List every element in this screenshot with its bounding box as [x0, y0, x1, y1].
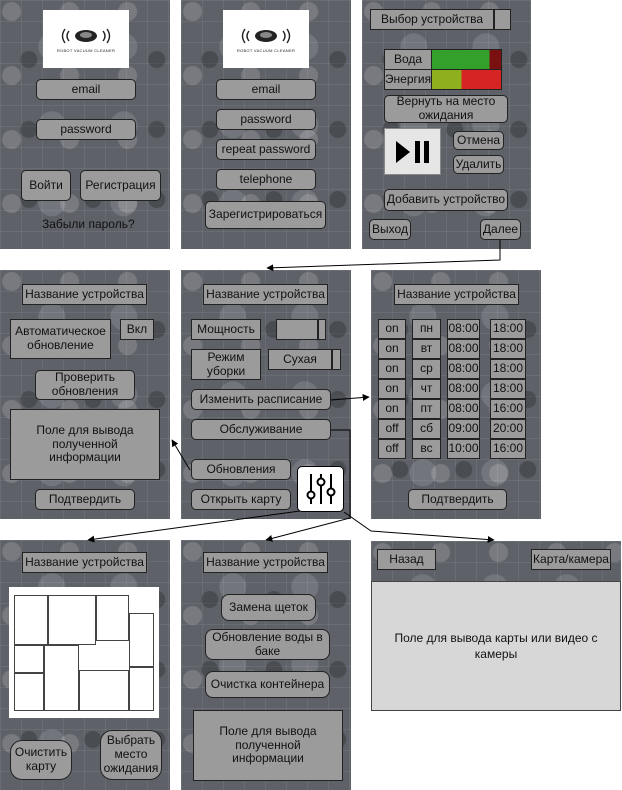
select-waiting-spot-button[interactable]: Выбрать место ожидания — [100, 730, 162, 780]
map-camera-toggle[interactable]: Карта/камера — [531, 549, 611, 570]
register-button[interactable]: Регистрация — [80, 170, 161, 201]
schedule-cell[interactable]: on — [378, 379, 406, 399]
logo-caption: ROBOT VACUUM CLEANER — [236, 47, 296, 53]
auto-update-toggle[interactable]: Вкл — [120, 319, 154, 340]
schedule-cell[interactable]: off — [378, 419, 406, 439]
map-video-output: Поле для вывода карты или видео с камеры — [371, 581, 621, 711]
add-device-button[interactable]: Добавить устройство — [384, 189, 508, 211]
delete-button[interactable]: Удалить — [453, 155, 504, 174]
confirm-button[interactable]: Подтвердить — [35, 489, 135, 510]
schedule-cell[interactable]: on — [378, 359, 406, 379]
check-updates-button[interactable]: Проверить обновления — [35, 370, 135, 400]
refill-water-button[interactable]: Обновление воды в баке — [205, 629, 330, 660]
clear-map-button[interactable]: Очистить карту — [10, 740, 72, 780]
robot-logo: ROBOT VACUUM CLEANER — [43, 10, 129, 68]
robot-logo: ROBOT VACUUM CLEANER — [223, 10, 309, 68]
dropdown-handle[interactable] — [494, 9, 511, 30]
schedule-cell[interactable]: 18:00 — [490, 379, 526, 399]
logo-caption: ROBOT VACUUM CLEANER — [56, 47, 116, 53]
cleaning-mode-dropdown[interactable]: Сухая — [268, 349, 332, 370]
schedule-cell[interactable]: off — [378, 439, 406, 459]
change-schedule-button[interactable]: Изменить расписание — [191, 389, 331, 410]
schedule-cell[interactable]: 08:00 — [447, 319, 480, 339]
email-field[interactable]: email — [36, 79, 136, 100]
play-pause-icon — [395, 140, 429, 163]
password-field[interactable]: password — [216, 109, 316, 130]
schedule-cell[interactable]: 10:00 — [447, 439, 480, 459]
schedule-cell[interactable]: пт — [412, 399, 441, 419]
schedule-cell[interactable]: вс — [412, 439, 441, 459]
dropdown-handle[interactable] — [318, 319, 326, 340]
device-title: Название устройства — [203, 284, 328, 305]
schedule-cell[interactable]: on — [378, 399, 406, 419]
updates-button[interactable]: Обновления — [191, 459, 291, 480]
info-output-field: Поле для вывода полученной информации — [193, 710, 343, 781]
schedule-cell[interactable]: 08:00 — [447, 339, 480, 359]
main-screen — [362, 0, 531, 249]
water-level-bar — [431, 49, 502, 70]
schedule-cell[interactable]: 18:00 — [490, 359, 526, 379]
robot-vacuum-icon — [61, 28, 111, 43]
repeat-password-field[interactable]: repeat password — [216, 139, 316, 160]
schedule-cell[interactable]: 08:00 — [447, 399, 480, 419]
schedule-cell[interactable]: on — [378, 319, 406, 339]
schedule-cell[interactable]: 20:00 — [490, 419, 526, 439]
dropdown-handle[interactable] — [332, 349, 341, 370]
schedule-cell[interactable]: сб — [412, 419, 441, 439]
schedule-cell[interactable]: чт — [412, 379, 441, 399]
schedule-cell[interactable]: 09:00 — [447, 419, 480, 439]
wireframe-diagram: ROBOT VACUUM CLEANER email password Войт… — [0, 0, 622, 790]
sliders-button[interactable] — [297, 466, 344, 512]
power-dropdown[interactable] — [276, 319, 318, 340]
cancel-button[interactable]: Отмена — [453, 131, 504, 150]
play-pause-button[interactable] — [384, 128, 441, 175]
schedule-cell[interactable]: ср — [412, 359, 441, 379]
auto-update-label: Автоматическое обновление — [10, 319, 111, 359]
device-select-dropdown[interactable]: Выбор устройства — [370, 9, 494, 30]
device-title: Название устройства — [22, 284, 147, 305]
exit-button[interactable]: Выход — [369, 219, 411, 240]
water-label: Вода — [384, 49, 432, 70]
device-title: Название устройства — [22, 552, 147, 573]
cleaning-mode-label: Режим уборки — [191, 349, 261, 380]
robot-vacuum-icon — [241, 28, 291, 43]
device-title: Название устройства — [203, 552, 328, 573]
login-button[interactable]: Войти — [21, 170, 71, 201]
clean-container-button[interactable]: Очистка контейнера — [205, 671, 330, 698]
maintenance-button[interactable]: Обслуживание — [191, 419, 331, 440]
device-title: Название устройства — [394, 284, 519, 305]
forgot-password-link[interactable]: Забыли пароль? — [42, 217, 135, 231]
email-field[interactable]: email — [216, 79, 316, 100]
schedule-cell[interactable]: пн — [412, 319, 441, 339]
schedule-cell[interactable]: 08:00 — [447, 359, 480, 379]
energy-label: Энергия — [384, 69, 432, 90]
schedule-cell[interactable]: 18:00 — [490, 319, 526, 339]
energy-level-bar — [431, 69, 502, 90]
power-label: Мощность — [191, 319, 261, 340]
schedule-cell[interactable]: 16:00 — [490, 399, 526, 419]
next-button[interactable]: Далее — [480, 219, 521, 240]
open-map-button[interactable]: Открыть карту — [191, 489, 291, 510]
schedule-cell[interactable]: 08:00 — [447, 379, 480, 399]
confirm-button[interactable]: Подтвердить — [408, 489, 507, 510]
schedule-cell[interactable]: on — [378, 339, 406, 359]
info-output-field: Поле для вывода полученной информации — [10, 409, 160, 480]
sliders-icon — [306, 474, 335, 504]
schedule-cell[interactable]: вт — [412, 339, 441, 359]
back-button[interactable]: Назад — [377, 549, 436, 570]
submit-registration-button[interactable]: Зарегистрироваться — [205, 201, 326, 229]
schedule-cell[interactable]: 18:00 — [490, 339, 526, 359]
schedule-cell[interactable]: 16:00 — [490, 439, 526, 459]
return-home-button[interactable]: Вернуть на место ожидания — [384, 94, 508, 123]
floor-plan-map — [9, 587, 159, 718]
telephone-field[interactable]: telephone — [216, 169, 316, 190]
replace-brushes-button[interactable]: Замена щеток — [221, 594, 316, 621]
password-field[interactable]: password — [36, 119, 136, 140]
